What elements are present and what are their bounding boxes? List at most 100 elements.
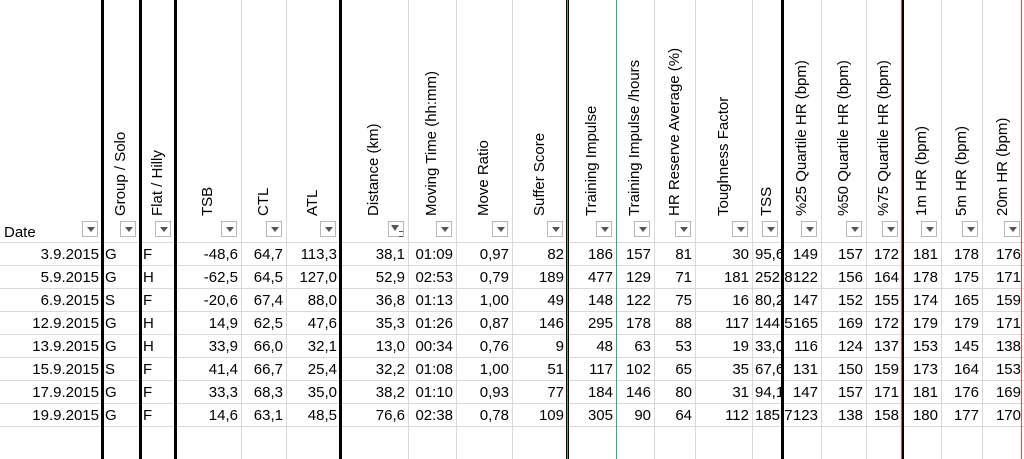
table-row[interactable]: 15.9.2015 S F 41,4 66,7 25,4 32,2 01:08 1,00 51 11… bbox=[0, 358, 1024, 381]
cell-date[interactable]: 19.9.2015 bbox=[0, 404, 102, 427]
cell-tsb[interactable]: 14,9 bbox=[175, 312, 241, 335]
cell-hr20m[interactable]: 159 bbox=[982, 289, 1024, 312]
filter-dropdown-group[interactable] bbox=[120, 221, 136, 237]
cell-hr5m[interactable]: 179 bbox=[941, 312, 982, 335]
cell-distance[interactable]: 13,0 bbox=[340, 335, 408, 358]
cell-ti[interactable]: 48 bbox=[567, 335, 616, 358]
cell-moving[interactable]: 01:10 bbox=[408, 381, 456, 404]
cell-hr1m[interactable]: 173 bbox=[902, 358, 941, 381]
cell-moving[interactable]: 02:53 bbox=[408, 266, 456, 289]
cell-moving[interactable]: 01:26 bbox=[408, 312, 456, 335]
cell-hr20m[interactable]: 171 bbox=[982, 312, 1024, 335]
cell-date[interactable]: 6.9.2015 bbox=[0, 289, 102, 312]
filter-dropdown-date[interactable] bbox=[82, 221, 98, 237]
cell-group[interactable]: G bbox=[102, 243, 140, 266]
cell-q50[interactable]: 138 bbox=[821, 404, 866, 427]
cell-q75[interactable]: 164 bbox=[866, 266, 902, 289]
table-row[interactable]: 12.9.2015 G H 14,9 62,5 47,6 35,3 01:26 0,87 146 2… bbox=[0, 312, 1024, 335]
cell-q25[interactable]: 131 bbox=[782, 358, 821, 381]
cell-tough[interactable]: 30 bbox=[695, 243, 752, 266]
cell-move_ratio[interactable]: 1,00 bbox=[456, 289, 512, 312]
cell-distance[interactable]: 35,3 bbox=[340, 312, 408, 335]
filter-dropdown-moving[interactable] bbox=[436, 221, 452, 237]
filter-dropdown-hr1m[interactable] bbox=[921, 221, 937, 237]
spreadsheet[interactable]: Date Group / Solo Flat / Hilly TSB CTL ATL Dis… bbox=[0, 0, 1024, 459]
cell-suffer[interactable]: 146 bbox=[512, 312, 567, 335]
cell-atl[interactable]: 127,0 bbox=[286, 266, 340, 289]
cell-ti[interactable]: 117 bbox=[567, 358, 616, 381]
filter-dropdown-ti[interactable] bbox=[596, 221, 612, 237]
cell-move_ratio[interactable]: 0,76 bbox=[456, 335, 512, 358]
cell-group[interactable]: S bbox=[102, 358, 140, 381]
cell-q25[interactable]: 149 bbox=[782, 243, 821, 266]
cell-ti_hours[interactable]: 122 bbox=[616, 289, 654, 312]
cell-suffer[interactable]: 49 bbox=[512, 289, 567, 312]
filter-dropdown-q50[interactable] bbox=[846, 221, 862, 237]
cell-atl[interactable]: 32,1 bbox=[286, 335, 340, 358]
cell-ti_hours[interactable]: 129 bbox=[616, 266, 654, 289]
cell-atl[interactable]: 35,0 bbox=[286, 381, 340, 404]
cell-tss[interactable]: 252,8 bbox=[752, 266, 793, 289]
cell-hrr[interactable]: 81 bbox=[654, 243, 695, 266]
cell-terrain[interactable]: F bbox=[140, 289, 175, 312]
filter-dropdown-q75[interactable] bbox=[882, 221, 898, 237]
cell-hr5m[interactable]: 164 bbox=[941, 358, 982, 381]
cell-hr5m[interactable]: 165 bbox=[941, 289, 982, 312]
cell-q25[interactable]: 123 bbox=[782, 404, 821, 427]
cell-atl[interactable]: 47,6 bbox=[286, 312, 340, 335]
cell-q50[interactable]: 152 bbox=[821, 289, 866, 312]
cell-move_ratio[interactable]: 0,97 bbox=[456, 243, 512, 266]
cell-moving[interactable]: 00:34 bbox=[408, 335, 456, 358]
cell-terrain[interactable]: H bbox=[140, 266, 175, 289]
cell-tsb[interactable]: 33,3 bbox=[175, 381, 241, 404]
cell-moving[interactable]: 01:13 bbox=[408, 289, 456, 312]
cell-hr20m[interactable]: 169 bbox=[982, 381, 1024, 404]
cell-ti_hours[interactable]: 146 bbox=[616, 381, 654, 404]
cell-hr20m[interactable]: 138 bbox=[982, 335, 1024, 358]
cell-q25[interactable]: 147 bbox=[782, 381, 821, 404]
cell-move_ratio[interactable]: 1,00 bbox=[456, 358, 512, 381]
cell-hr5m[interactable]: 175 bbox=[941, 266, 982, 289]
cell-distance[interactable]: 36,8 bbox=[340, 289, 408, 312]
filter-dropdown-tsb[interactable] bbox=[221, 221, 237, 237]
cell-hr5m[interactable]: 178 bbox=[941, 243, 982, 266]
cell-suffer[interactable]: 82 bbox=[512, 243, 567, 266]
table-row[interactable]: 17.9.2015 G F 33,3 68,3 35,0 38,2 01:10 0,93 77 18… bbox=[0, 381, 1024, 404]
cell-hr5m[interactable]: 177 bbox=[941, 404, 982, 427]
cell-q75[interactable]: 158 bbox=[866, 404, 902, 427]
cell-q50[interactable]: 156 bbox=[821, 266, 866, 289]
cell-hr5m[interactable]: 176 bbox=[941, 381, 982, 404]
cell-group[interactable]: G bbox=[102, 266, 140, 289]
cell-hrr[interactable]: 75 bbox=[654, 289, 695, 312]
cell-hrr[interactable]: 80 bbox=[654, 381, 695, 404]
table-row[interactable]: 6.9.2015 S F -20,6 67,4 88,0 36,8 01:13 1,00 49 14… bbox=[0, 289, 1024, 312]
cell-distance[interactable]: 76,6 bbox=[340, 404, 408, 427]
cell-group[interactable]: S bbox=[102, 289, 140, 312]
cell-hrr[interactable]: 65 bbox=[654, 358, 695, 381]
cell-date[interactable]: 5.9.2015 bbox=[0, 266, 102, 289]
filter-dropdown-ti_hours[interactable] bbox=[634, 221, 650, 237]
cell-hr20m[interactable]: 153 bbox=[982, 358, 1024, 381]
cell-q50[interactable]: 157 bbox=[821, 243, 866, 266]
cell-terrain[interactable]: F bbox=[140, 381, 175, 404]
cell-move_ratio[interactable]: 0,79 bbox=[456, 266, 512, 289]
cell-q50[interactable]: 157 bbox=[821, 381, 866, 404]
cell-move_ratio[interactable]: 0,93 bbox=[456, 381, 512, 404]
cell-ti_hours[interactable]: 90 bbox=[616, 404, 654, 427]
cell-date[interactable]: 12.9.2015 bbox=[0, 312, 102, 335]
cell-moving[interactable]: 01:09 bbox=[408, 243, 456, 266]
cell-hr20m[interactable]: 176 bbox=[982, 243, 1024, 266]
cell-hr1m[interactable]: 181 bbox=[902, 381, 941, 404]
cell-distance[interactable]: 38,2 bbox=[340, 381, 408, 404]
cell-ctl[interactable]: 62,5 bbox=[241, 312, 286, 335]
cell-q25[interactable]: 165 bbox=[782, 312, 821, 335]
cell-suffer[interactable]: 9 bbox=[512, 335, 567, 358]
table-row[interactable]: 19.9.2015 G F 14,6 63,1 48,5 76,6 02:38 0,78 109 3… bbox=[0, 404, 1024, 427]
cell-tough[interactable]: 117 bbox=[695, 312, 752, 335]
cell-hr1m[interactable]: 180 bbox=[902, 404, 941, 427]
filter-dropdown-terrain[interactable] bbox=[155, 221, 171, 237]
cell-hrr[interactable]: 53 bbox=[654, 335, 695, 358]
cell-suffer[interactable]: 51 bbox=[512, 358, 567, 381]
cell-tsb[interactable]: 41,4 bbox=[175, 358, 241, 381]
cell-suffer[interactable]: 109 bbox=[512, 404, 567, 427]
